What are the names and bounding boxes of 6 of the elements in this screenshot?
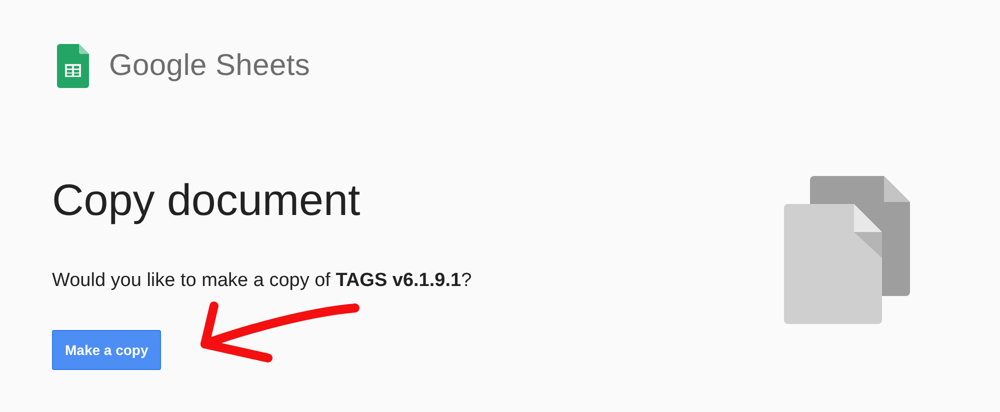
copy-documents-icon [784, 176, 910, 324]
sheets-logo-icon [57, 44, 89, 88]
copy-message: Would you like to make a copy of TAGS v6.1.9.1? [52, 270, 472, 292]
make-copy-button[interactable]: Make a copy [52, 330, 162, 370]
product-name: Google Sheets [109, 49, 310, 83]
page-title: Copy document [52, 176, 360, 226]
